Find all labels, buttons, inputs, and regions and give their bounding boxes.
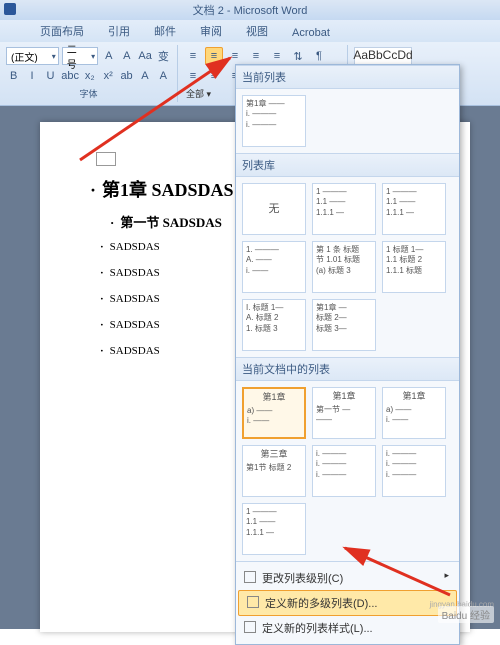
multilevel-list-button[interactable]: ≡: [226, 47, 244, 65]
shrink-font-button[interactable]: A: [119, 47, 134, 65]
dd-section-indoc: 当前文档中的列表: [236, 357, 459, 381]
tab-acrobat[interactable]: Acrobat: [282, 24, 340, 42]
list-lib-item[interactable]: 第 1 条 标题节 1.01 标题(a) 标题 3: [312, 241, 376, 293]
tab-pagelayout[interactable]: 页面布局: [30, 20, 94, 42]
underline-button[interactable]: U: [43, 67, 58, 85]
numbering-button[interactable]: ≡: [205, 47, 223, 65]
list-doc-item[interactable]: i. ———i. ———i. ———: [382, 445, 446, 497]
subscript-button[interactable]: x₂: [82, 67, 97, 85]
list-lib-item[interactable]: 1 标题 1—1.1 标题 21.1.1 标题: [382, 241, 446, 293]
increase-indent-button[interactable]: ≡: [268, 47, 286, 65]
watermark: Baidu 经验: [438, 606, 494, 623]
font-color-button[interactable]: A: [137, 67, 152, 85]
tab-references[interactable]: 引用: [98, 20, 140, 42]
multilevel-list-dropdown: 当前列表 第1章 ——i. ———i. ——— 列表库 无 1 ———1.1 —…: [235, 64, 460, 645]
dropdown-footer: 更改列表级别(C)▸ 定义新的多级列表(D)... 定义新的列表样式(L)...: [236, 561, 459, 644]
align-center-button[interactable]: ≡: [205, 67, 223, 85]
highlight-button[interactable]: ab: [119, 67, 134, 85]
decrease-indent-button[interactable]: ≡: [247, 47, 265, 65]
change-list-level[interactable]: 更改列表级别(C)▸: [236, 566, 459, 590]
word-icon: [4, 3, 16, 15]
font-size-select[interactable]: 二号: [62, 47, 98, 65]
define-new-multilevel-list[interactable]: 定义新的多级列表(D)...: [238, 590, 457, 616]
bold-button[interactable]: B: [6, 67, 21, 85]
italic-button[interactable]: I: [24, 67, 39, 85]
list-lib-item[interactable]: I. 标题 1—A. 标题 21. 标题 3: [242, 299, 306, 351]
list-doc-item[interactable]: 第1章a) ——i. ——: [242, 387, 306, 439]
list-doc-item[interactable]: 第1章a) ——i. ——: [382, 387, 446, 439]
tab-mailings[interactable]: 邮件: [144, 20, 186, 42]
define-new-list-style[interactable]: 定义新的列表样式(L)...: [236, 616, 459, 640]
list-doc-item[interactable]: i. ———i. ———i. ———: [312, 445, 376, 497]
list-none[interactable]: 无: [242, 183, 306, 235]
show-marks-button[interactable]: ¶: [310, 47, 328, 65]
font-family-select[interactable]: (正文): [6, 47, 59, 65]
change-case-button[interactable]: Aa: [137, 47, 152, 65]
dd-section-library: 列表库: [236, 153, 459, 177]
ribbon-tabs: 页面布局 引用 邮件 审阅 视图 Acrobat: [0, 20, 500, 42]
tab-review[interactable]: 审阅: [190, 20, 232, 42]
superscript-button[interactable]: x²: [101, 67, 116, 85]
list-lib-item[interactable]: 1 ———1.1 ——1.1.1 —: [312, 183, 376, 235]
list-doc-item[interactable]: 第三章第1节 标题 2: [242, 445, 306, 497]
list-lib-item[interactable]: 第1章 —标题 2—标题 3—: [312, 299, 376, 351]
list-lib-item[interactable]: 1. ———A. ——i. ——: [242, 241, 306, 293]
char-border-button[interactable]: A: [156, 67, 171, 85]
list-doc-item[interactable]: 第1章第一节 ———: [312, 387, 376, 439]
bullets-button[interactable]: ≡: [184, 47, 202, 65]
tab-view[interactable]: 视图: [236, 20, 278, 42]
align-left-button[interactable]: ≡: [184, 67, 202, 85]
grow-font-button[interactable]: A: [101, 47, 116, 65]
sort-button[interactable]: ⇅: [289, 47, 307, 65]
window-title: 文档 2 - Microsoft Word: [193, 2, 308, 18]
list-doc-item[interactable]: 1 ———1.1 ——1.1.1 —: [242, 503, 306, 555]
phonetic-button[interactable]: 变: [156, 47, 171, 65]
group-font-label: 字体: [6, 87, 171, 100]
list-lib-item[interactable]: 1 ———1.1 ——1.1.1 —: [382, 183, 446, 235]
list-current-item[interactable]: 第1章 ——i. ———i. ———: [242, 95, 306, 147]
dd-section-current: 当前列表: [236, 65, 459, 89]
cursor-box: [96, 152, 116, 166]
title-bar: 文档 2 - Microsoft Word: [0, 0, 500, 20]
